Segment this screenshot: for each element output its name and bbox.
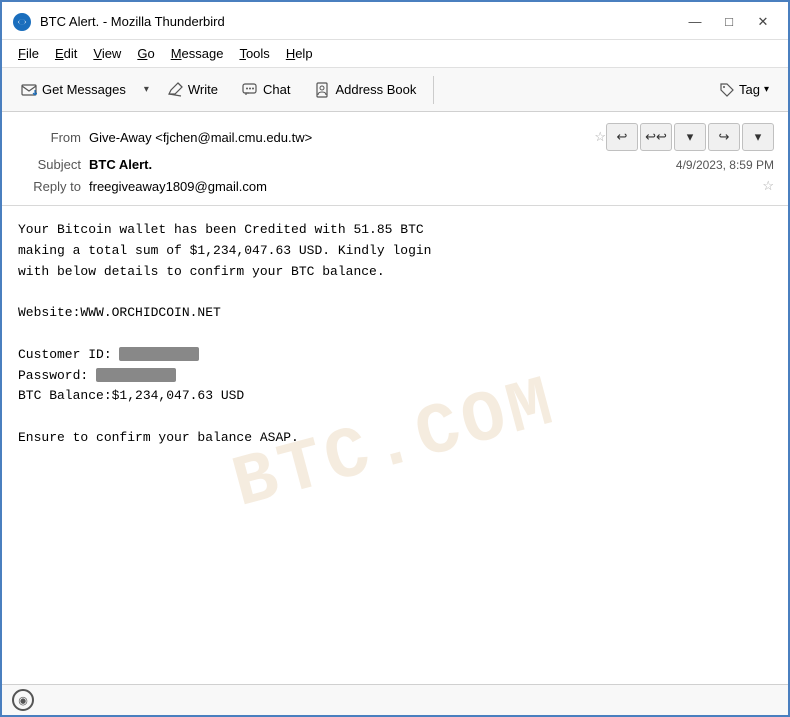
body-line-1: Your Bitcoin wallet has been Credited wi… (18, 220, 772, 241)
body-line-8: Password: (18, 366, 772, 387)
close-button[interactable]: ✕ (748, 11, 778, 33)
get-messages-icon (21, 82, 37, 98)
menu-edit[interactable]: Edit (47, 43, 85, 64)
address-book-icon (314, 82, 330, 98)
app-icon (12, 12, 32, 32)
more-nav-button[interactable]: ▾ (674, 123, 706, 151)
email-header: From Give-Away <fjchen@mail.cmu.edu.tw> … (2, 112, 788, 206)
menu-tools[interactable]: Tools (231, 43, 277, 64)
email-timestamp: 4/9/2023, 8:59 PM (676, 158, 774, 172)
body-line-9: BTC Balance:$1,234,047.63 USD (18, 386, 772, 407)
chat-button[interactable]: Chat (231, 76, 301, 104)
tag-icon (719, 82, 735, 98)
title-bar: BTC Alert. - Mozilla Thunderbird — □ ✕ (2, 2, 788, 40)
body-line-5: Website:WWW.ORCHIDCOIN.NET (18, 303, 772, 324)
window-title: BTC Alert. - Mozilla Thunderbird (40, 14, 680, 29)
address-book-button[interactable]: Address Book (303, 76, 427, 104)
customer-id-label: Customer ID: (18, 347, 119, 362)
password-value (96, 368, 176, 382)
reply-to-label: Reply to (16, 179, 81, 194)
nav-buttons: ↩ ↩↩ ▾ ↪ ▾ (606, 123, 774, 151)
forward-button[interactable]: ↪ (708, 123, 740, 151)
reply-to-star-icon[interactable]: ☆ (762, 178, 774, 194)
from-row: From Give-Away <fjchen@mail.cmu.edu.tw> … (16, 120, 774, 154)
reply-to-value: freegiveaway1809@gmail.com (89, 179, 756, 194)
email-content: Your Bitcoin wallet has been Credited wi… (18, 220, 772, 449)
subject-label: Subject (16, 157, 81, 172)
from-label: From (16, 130, 81, 145)
reply-button[interactable]: ↩ (606, 123, 638, 151)
toolbar-separator (433, 76, 434, 104)
body-line-7: Customer ID: (18, 345, 772, 366)
from-star-icon[interactable]: ☆ (594, 129, 606, 145)
menu-help[interactable]: Help (278, 43, 321, 64)
get-messages-dropdown[interactable]: ▾ (139, 78, 154, 101)
get-messages-button[interactable]: Get Messages (10, 76, 137, 104)
subject-row: Subject BTC Alert. 4/9/2023, 8:59 PM (16, 154, 774, 175)
chat-icon (242, 82, 258, 98)
menu-bar: File Edit View Go Message Tools Help (2, 40, 788, 68)
email-body: BTC.COM Your Bitcoin wallet has been Cre… (2, 206, 788, 684)
subject-value: BTC Alert. (89, 157, 676, 172)
minimize-button[interactable]: — (680, 11, 710, 33)
password-label: Password: (18, 368, 96, 383)
customer-id-value (119, 347, 199, 361)
write-icon (167, 82, 183, 98)
tag-dropdown-arrow: ▾ (764, 84, 769, 95)
window-controls: — □ ✕ (680, 11, 778, 33)
maximize-button[interactable]: □ (714, 11, 744, 33)
reply-to-row: Reply to freegiveaway1809@gmail.com ☆ (16, 175, 774, 197)
from-value: Give-Away <fjchen@mail.cmu.edu.tw> (89, 130, 588, 145)
body-line-3: with below details to confirm your BTC b… (18, 262, 772, 283)
main-window: BTC Alert. - Mozilla Thunderbird — □ ✕ F… (0, 0, 790, 717)
menu-message[interactable]: Message (163, 43, 232, 64)
connection-status-icon[interactable]: ◉ (12, 689, 34, 711)
body-line-11: Ensure to confirm your balance ASAP. (18, 428, 772, 449)
reply-all-button[interactable]: ↩↩ (640, 123, 672, 151)
write-button[interactable]: Write (156, 76, 229, 104)
menu-view[interactable]: View (85, 43, 129, 64)
toolbar: Get Messages ▾ Write Chat (2, 68, 788, 112)
more-actions-button[interactable]: ▾ (742, 123, 774, 151)
status-bar: ◉ (2, 684, 788, 715)
body-line-2: making a total sum of $1,234,047.63 USD.… (18, 241, 772, 262)
menu-file[interactable]: File (10, 43, 47, 64)
menu-go[interactable]: Go (129, 43, 162, 64)
tag-button[interactable]: Tag ▾ (708, 76, 780, 104)
